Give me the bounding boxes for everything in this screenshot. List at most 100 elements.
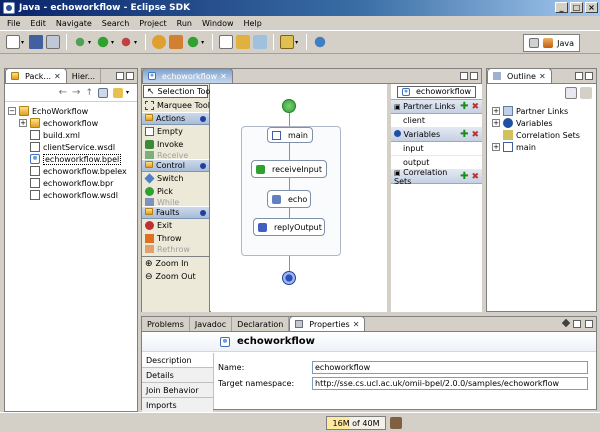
link-editor-icon[interactable] — [112, 87, 123, 98]
expand-icon[interactable]: + — [492, 107, 500, 115]
palette-drawer-faults[interactable]: Faults — [142, 206, 209, 219]
selection-tool[interactable]: ↖ Selection Tool — [143, 85, 213, 98]
delete-icon[interactable]: ✖ — [471, 172, 479, 182]
open-type-icon[interactable] — [219, 35, 234, 49]
prop-tab-imports[interactable]: Imports — [142, 398, 213, 413]
collapse-icon[interactable]: ▣ — [394, 103, 401, 111]
name-field[interactable]: echoworkflow — [312, 361, 588, 374]
palette-item-pick[interactable]: Pick — [142, 185, 209, 198]
menu-edit[interactable]: Edit — [25, 19, 51, 28]
tree-item-file-selected[interactable]: echoworkflow.bpel — [8, 153, 137, 165]
tab-javadoc[interactable]: Javadoc — [190, 317, 233, 331]
perspective-switcher[interactable]: Java — [523, 34, 580, 52]
outline-item[interactable]: + Variables — [492, 117, 596, 129]
activity-echo[interactable]: echo — [267, 190, 311, 208]
tab-problems[interactable]: Problems — [142, 317, 190, 331]
tree-item-file[interactable]: echoworkflow.bpr — [8, 177, 137, 189]
maximize-view-icon[interactable] — [585, 72, 593, 80]
palette-drawer-actions[interactable]: Actions — [142, 112, 209, 125]
variables-header[interactable]: Variables ✚ ✖ — [391, 128, 482, 142]
tab-echoworkflow-editor[interactable]: echoworkflow ✕ — [142, 68, 233, 83]
close-icon[interactable]: ✕ — [353, 320, 360, 329]
process-canvas[interactable]: main receiveInput echo replyOutput — [211, 84, 387, 312]
open-folder-icon[interactable] — [236, 35, 251, 49]
add-icon[interactable]: ✚ — [460, 101, 468, 112]
namespace-field[interactable]: http://sse.cs.ucl.ac.uk/omii-bpel/2.0.0/… — [312, 377, 588, 390]
palette-item-empty[interactable]: Empty — [142, 125, 209, 138]
tab-hierarchy[interactable]: Hier... — [67, 69, 102, 83]
delete-icon[interactable]: ✖ — [471, 102, 479, 112]
delete-icon[interactable]: ✖ — [471, 130, 479, 140]
save-icon[interactable] — [29, 35, 44, 49]
start-node-icon[interactable] — [282, 99, 296, 113]
marquee-tool[interactable]: Marquee Tool — [142, 99, 210, 112]
new-java-project-icon[interactable] — [152, 35, 167, 49]
menu-help[interactable]: Help — [239, 19, 267, 28]
outline-item[interactable]: + main — [492, 141, 596, 153]
prop-tab-description[interactable]: Description — [142, 353, 213, 368]
partner-link-item[interactable]: client — [391, 114, 482, 128]
back-arrow-icon[interactable]: ← — [59, 87, 67, 98]
maximize-view-icon[interactable] — [585, 320, 593, 328]
prop-tab-details[interactable]: Details — [142, 368, 213, 383]
minimize-view-icon[interactable] — [573, 320, 581, 328]
palette-item-rethrow[interactable]: Rethrow — [142, 245, 209, 253]
up-arrow-icon[interactable]: ↑ — [85, 88, 93, 98]
prop-tab-join-behavior[interactable]: Join Behavior — [142, 383, 213, 398]
zoom-out-tool[interactable]: ⊖ Zoom Out — [142, 270, 209, 283]
expand-icon[interactable]: + — [19, 119, 27, 127]
print-icon[interactable] — [46, 35, 61, 49]
debug-icon[interactable] — [73, 35, 88, 49]
collapse-icon[interactable]: − — [8, 107, 16, 115]
maximize-view-icon[interactable] — [126, 72, 134, 80]
search-icon[interactable] — [253, 35, 268, 49]
palette-item-receive[interactable]: Receive — [142, 151, 209, 159]
partner-links-header[interactable]: ▣ Partner Links ✚ ✖ — [391, 100, 482, 114]
correlation-sets-header[interactable]: ▣ Correlation Sets ✚ ✖ — [391, 168, 482, 186]
activity-reply-output[interactable]: replyOutput — [253, 218, 325, 236]
add-icon[interactable]: ✚ — [460, 129, 468, 140]
close-icon[interactable]: ✕ — [54, 72, 61, 81]
outline-item[interactable]: + Partner Links — [492, 105, 596, 117]
view-menu-icon[interactable] — [561, 318, 571, 328]
heap-status[interactable]: 16M of 40M — [326, 416, 386, 430]
zoom-in-tool[interactable]: ⊕ Zoom In — [142, 257, 209, 270]
tab-package-explorer[interactable]: Pack... ✕ — [5, 68, 67, 83]
open-perspective-icon[interactable] — [529, 38, 540, 48]
maximize-button[interactable]: □ — [570, 2, 583, 13]
palette-item-invoke[interactable]: Invoke — [142, 138, 209, 151]
activity-receive-input[interactable]: receiveInput — [251, 160, 327, 178]
tree-item-file[interactable]: echoworkflow.bpelex — [8, 165, 137, 177]
close-button[interactable]: × — [585, 2, 598, 13]
minimize-view-icon[interactable] — [575, 72, 583, 80]
outline-item[interactable]: Correlation Sets — [492, 129, 596, 141]
menu-file[interactable]: File — [2, 19, 25, 28]
tab-declaration[interactable]: Declaration — [232, 317, 290, 331]
pin-icon[interactable] — [200, 115, 206, 122]
sequence-main[interactable]: main — [267, 127, 313, 143]
tree-item-project[interactable]: − EchoWorkflow — [8, 105, 137, 117]
expand-icon[interactable]: + — [492, 119, 500, 127]
pin-icon[interactable] — [200, 209, 206, 216]
minimize-view-icon[interactable] — [116, 72, 124, 80]
globe-icon[interactable] — [313, 35, 328, 49]
expand-icon[interactable]: + — [492, 143, 500, 151]
tree-item-file[interactable]: build.xml — [8, 129, 137, 141]
forward-arrow-icon[interactable]: → — [72, 87, 80, 98]
annotation-icon[interactable] — [280, 35, 295, 49]
maximize-view-icon[interactable] — [470, 72, 478, 80]
tree-item-folder[interactable]: + echoworkflow — [8, 117, 137, 129]
tree-item-file[interactable]: echoworkflow.wsdl — [8, 189, 137, 201]
palette-drawer-control[interactable]: Control — [142, 159, 209, 172]
add-icon[interactable]: ✚ — [460, 171, 468, 182]
menu-run[interactable]: Run — [172, 19, 197, 28]
tab-outline[interactable]: Outline ✕ — [487, 68, 552, 83]
run-icon[interactable] — [96, 35, 111, 49]
minimize-button[interactable]: _ — [555, 2, 568, 13]
menu-navigate[interactable]: Navigate — [51, 19, 97, 28]
palette-item-throw[interactable]: Throw — [142, 232, 209, 245]
close-icon[interactable]: ✕ — [539, 72, 546, 81]
variable-item[interactable]: input — [391, 142, 482, 156]
overview-icon[interactable] — [580, 87, 592, 99]
pin-icon[interactable] — [200, 162, 206, 169]
